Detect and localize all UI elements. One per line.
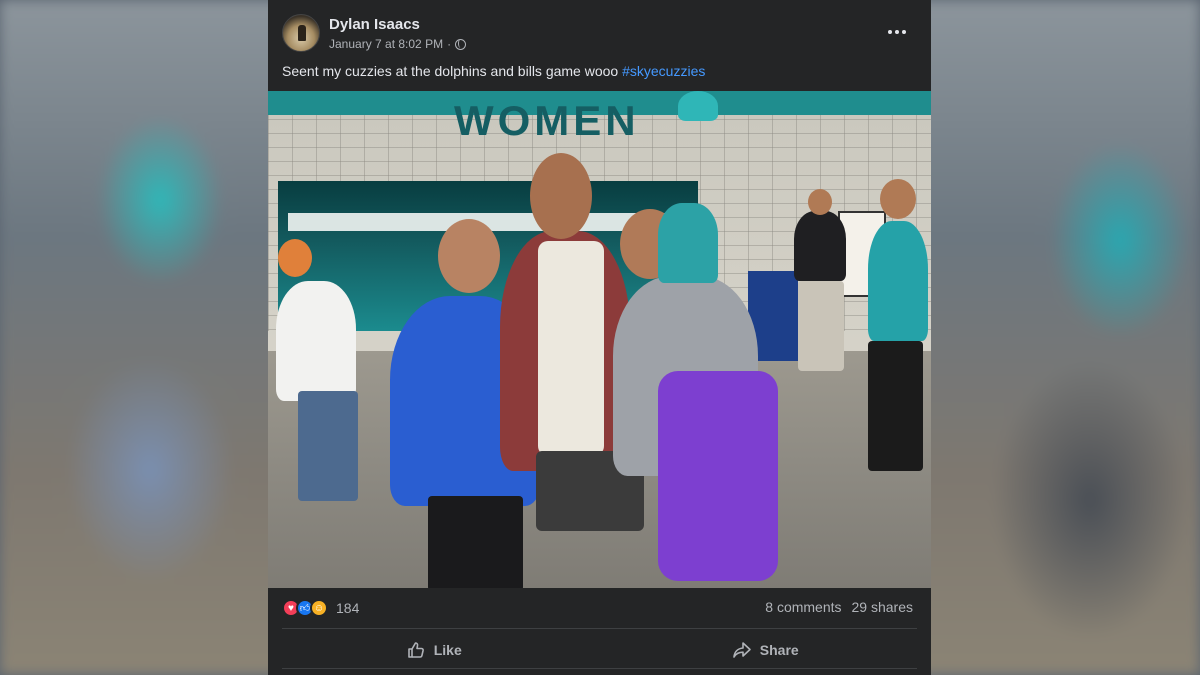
engagement-counts: 8 comments 29 shares <box>765 599 913 615</box>
thumbs-up-icon <box>407 642 424 658</box>
post-header: Dylan Isaacs January 7 at 8:02 PM · <box>268 0 931 60</box>
post-stats: ♥ 👍︎ ☺ 184 8 comments 29 shares <box>268 588 931 628</box>
author-name[interactable]: Dylan Isaacs <box>329 16 420 33</box>
reaction-count: 184 <box>336 600 360 616</box>
avatar[interactable] <box>282 14 320 52</box>
share-label: Share <box>759 642 799 658</box>
person-teal-right-head <box>880 179 916 219</box>
reactions-summary[interactable]: ♥ 👍︎ ☺ 184 <box>282 599 359 617</box>
care-icon: ☺ <box>310 599 328 617</box>
man-tshirt <box>538 241 604 456</box>
person-photographer-legs <box>798 281 844 371</box>
facebook-post: Dylan Isaacs January 7 at 8:02 PM · Seen… <box>268 0 931 675</box>
share-button[interactable]: Share <box>600 632 932 668</box>
meta-separator: · <box>447 37 452 51</box>
person-jersey <box>276 281 356 401</box>
more-options-icon <box>888 30 892 34</box>
comments-count[interactable]: 8 comments <box>765 599 841 615</box>
post-caption: Seent my cuzzies at the dolphins and bil… <box>282 63 705 79</box>
restroom-sign: WOMEN <box>454 97 640 144</box>
person-teal-right-legs <box>868 341 923 471</box>
post-meta: January 7 at 8:02 PM · <box>329 37 467 51</box>
caption-text: Seent my cuzzies at the dolphins and bil… <box>282 63 623 79</box>
man-teal-cap-raised <box>658 203 718 283</box>
post-photo[interactable]: WOMEN <box>268 91 931 588</box>
bottom-divider <box>282 668 917 669</box>
person-photographer-head <box>808 189 832 215</box>
post-timestamp[interactable]: January 7 at 8:02 PM <box>329 37 443 51</box>
shares-count[interactable]: 29 shares <box>852 599 913 615</box>
man-head <box>530 153 592 239</box>
like-button[interactable]: Like <box>268 632 600 668</box>
hashtag-link[interactable]: #skyecuzzies <box>622 63 705 79</box>
more-options-button[interactable] <box>883 20 911 44</box>
share-arrow-icon <box>732 642 751 658</box>
like-label: Like <box>433 642 462 658</box>
globe-icon <box>455 38 467 50</box>
post-actions: Like Share <box>268 632 931 668</box>
person-teal-right <box>868 221 928 341</box>
woman-bills-head <box>438 219 500 293</box>
person-jersey-head <box>278 239 312 277</box>
purple-jersey <box>658 371 778 581</box>
person-jersey-legs <box>298 391 358 501</box>
woman-bills-legs <box>428 496 523 588</box>
divider <box>282 628 917 629</box>
teal-cap <box>678 91 718 121</box>
person-photographer <box>794 211 846 281</box>
